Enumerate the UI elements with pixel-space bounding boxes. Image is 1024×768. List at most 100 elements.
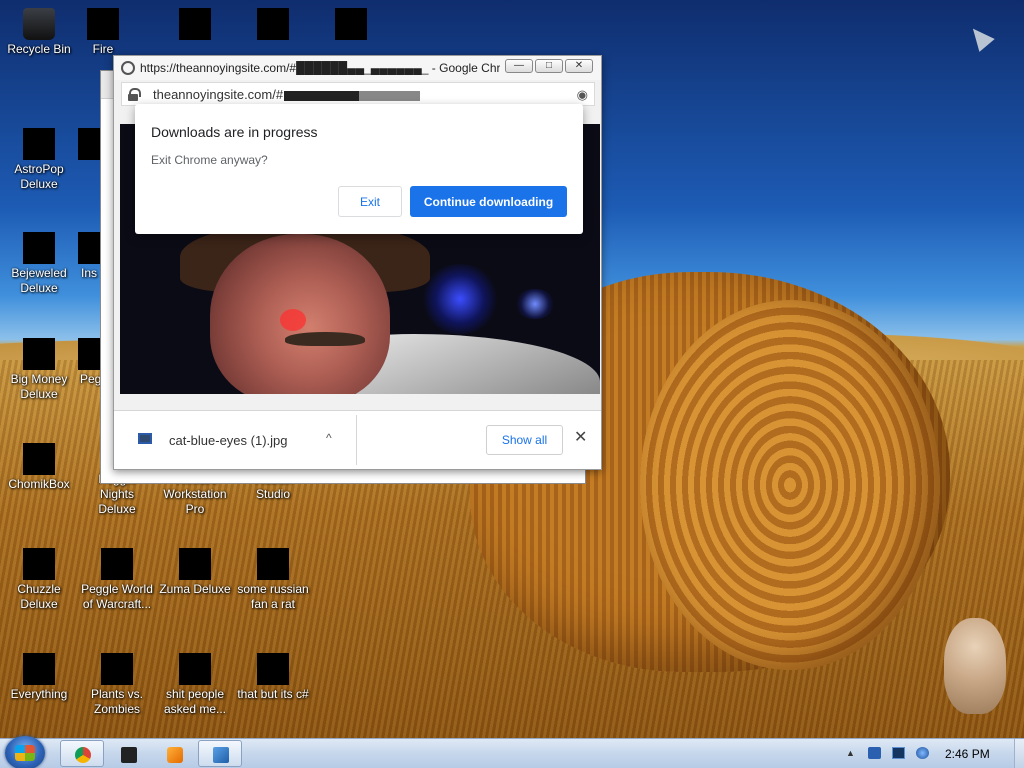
desktop-icon-everything[interactable]: Everything <box>0 653 78 702</box>
peggle-wow-icon <box>101 548 133 580</box>
image-file-icon[interactable] <box>138 433 152 444</box>
tray-bluetooth-icon[interactable] <box>868 747 881 759</box>
app-icon <box>78 232 100 264</box>
downloads-in-progress-dialog: Downloads are in progress Exit Chrome an… <box>135 104 583 234</box>
lock-icon[interactable] <box>128 88 141 101</box>
recycle-bin-icon <box>23 8 55 40</box>
desktop-icon-pvz[interactable]: Plants vs. Zombies <box>78 653 156 717</box>
desktop-icon-label: shit people asked me... <box>163 687 227 716</box>
app-icon <box>179 8 211 40</box>
close-shelf-icon[interactable]: ✕ <box>574 430 587 446</box>
desktop-icon-partial-ins[interactable]: Ins <box>78 232 100 281</box>
image-file-icon <box>257 548 289 580</box>
dialog-title: Downloads are in progress <box>151 124 318 140</box>
globe-icon <box>121 61 135 75</box>
taskbar-chrome[interactable] <box>60 740 104 767</box>
video-blue-light <box>420 264 500 334</box>
desktop-icon-label: Chuzzle Deluxe <box>17 582 61 611</box>
desktop-icon-label: Recycle Bin <box>7 42 71 56</box>
everything-search-icon <box>23 653 55 685</box>
dialog-message: Exit Chrome anyway? <box>151 153 268 167</box>
mouse-cursor-icon <box>965 22 995 52</box>
window-title: https://theannoyingsite.com/#██████▄▄_▄▄… <box>140 61 500 75</box>
desktop-icon-label: Everything <box>10 687 68 701</box>
firefox-icon <box>87 8 119 40</box>
desktop-icon-partial-peg[interactable]: Peg <box>78 338 100 387</box>
stack-files-icon <box>257 653 289 685</box>
desktop-icon-label: ChomikBox <box>8 477 70 491</box>
desktop-icon-chomikbox[interactable]: ChomikBox <box>0 443 78 492</box>
desktop-icon-shit-people[interactable]: shit people asked me... <box>156 653 234 717</box>
tray-expand-icon[interactable]: ▲ <box>846 748 855 758</box>
taskbar-media-player[interactable] <box>152 740 196 767</box>
bejeweled-icon <box>23 232 55 264</box>
visual-studio-icon <box>335 8 367 40</box>
desktop-icon-label: Peg <box>80 372 100 386</box>
desktop-icon-chuzzle[interactable]: Chuzzle Deluxe <box>0 548 78 612</box>
url-text[interactable]: theannoyingsite.com/# <box>153 87 421 102</box>
video-red-nose <box>280 309 306 331</box>
clock[interactable]: 2:46 PM <box>945 747 990 761</box>
continue-downloading-button[interactable]: Continue downloading <box>410 186 567 217</box>
app-icon <box>78 128 102 160</box>
desktop-icon-bejeweled[interactable]: Bejeweled Deluxe <box>0 232 78 296</box>
shelf-divider <box>356 415 357 465</box>
zuma-icon <box>179 548 211 580</box>
desktop-icon-app-3[interactable] <box>156 8 234 42</box>
start-button[interactable] <box>5 736 45 768</box>
desktop-icon-app-5[interactable] <box>312 8 390 42</box>
taskbar-remote-desktop[interactable] <box>198 740 242 767</box>
file-icon <box>179 653 211 685</box>
big-money-icon <box>23 338 55 370</box>
desktop-icon-label: some russian fan a rat <box>237 582 309 611</box>
show-desktop-button[interactable] <box>1014 739 1024 768</box>
desktop-icon-label: Big Money Deluxe <box>10 372 68 401</box>
video-mustache <box>285 332 365 346</box>
desktop-icon-recycle-bin[interactable]: Recycle Bin <box>0 8 78 57</box>
redacted-block <box>284 90 421 101</box>
maximize-button[interactable]: □ <box>535 59 563 73</box>
desktop-icon-russian-rat[interactable]: some russian fan a rat <box>234 548 312 612</box>
app-icon <box>257 8 289 40</box>
video-blue-light <box>515 289 555 319</box>
remote-desktop-icon <box>213 747 229 763</box>
desktop-icon-partial-1[interactable] <box>78 128 102 162</box>
desktop-icon-label: that but its c# <box>237 687 309 701</box>
tray-network-icon[interactable] <box>916 747 929 759</box>
minimize-button[interactable]: — <box>505 59 533 73</box>
terminal-icon <box>121 747 137 763</box>
chuzzle-icon <box>23 548 55 580</box>
windows-logo-icon <box>15 745 35 761</box>
desktop-icon-that-but-csharp[interactable]: that but its c# <box>234 653 312 702</box>
peggle-icon <box>78 338 100 370</box>
taskbar-app-terminal[interactable] <box>106 740 150 767</box>
close-window-button[interactable]: ✕ <box>565 59 593 73</box>
media-player-icon <box>167 747 183 763</box>
window-titlebar[interactable]: https://theannoyingsite.com/#██████▄▄_▄▄… <box>114 56 601 80</box>
wallpaper-haybale-face <box>640 300 940 670</box>
chevron-up-icon[interactable]: ^ <box>326 431 332 445</box>
chrome-icon <box>75 747 91 763</box>
download-filename[interactable]: cat-blue-eyes (1).jpg <box>169 433 288 448</box>
eye-icon[interactable]: ◉ <box>577 88 588 101</box>
tray-display-icon[interactable] <box>892 747 905 759</box>
show-all-button[interactable]: Show all <box>486 425 563 455</box>
desktop-icon-label: Zuma Deluxe <box>159 582 231 596</box>
desktop-icon-astropop[interactable]: AstroPop Deluxe <box>0 128 78 192</box>
desktop-icon-app-4[interactable] <box>234 8 312 42</box>
desktop-icon-zuma[interactable]: Zuma Deluxe <box>156 548 234 597</box>
chomikbox-icon <box>23 443 55 475</box>
desktop-icon-label: AstroPop Deluxe <box>14 162 64 191</box>
desktop-icon-label: Ins <box>80 266 97 280</box>
pvz-icon <box>101 653 133 685</box>
desktop-icon-label: Peggle World of Warcraft... <box>81 582 153 611</box>
desktop-icon-big-money[interactable]: Big Money Deluxe <box>0 338 78 402</box>
hamster-mascot <box>944 618 1006 714</box>
address-bar[interactable]: theannoyingsite.com/# ◉ <box>121 82 595 106</box>
desktop-icon-label: Plants vs. Zombies <box>90 687 144 716</box>
exit-button[interactable]: Exit <box>338 186 402 217</box>
desktop-icon-peggle-wow[interactable]: Peggle World of Warcraft... <box>78 548 156 612</box>
taskbar: ▲ 2:46 PM <box>0 736 1024 768</box>
desktop-icon-firefox[interactable]: Fire <box>78 8 128 57</box>
desktop-icon-label: Bejeweled Deluxe <box>11 266 67 295</box>
